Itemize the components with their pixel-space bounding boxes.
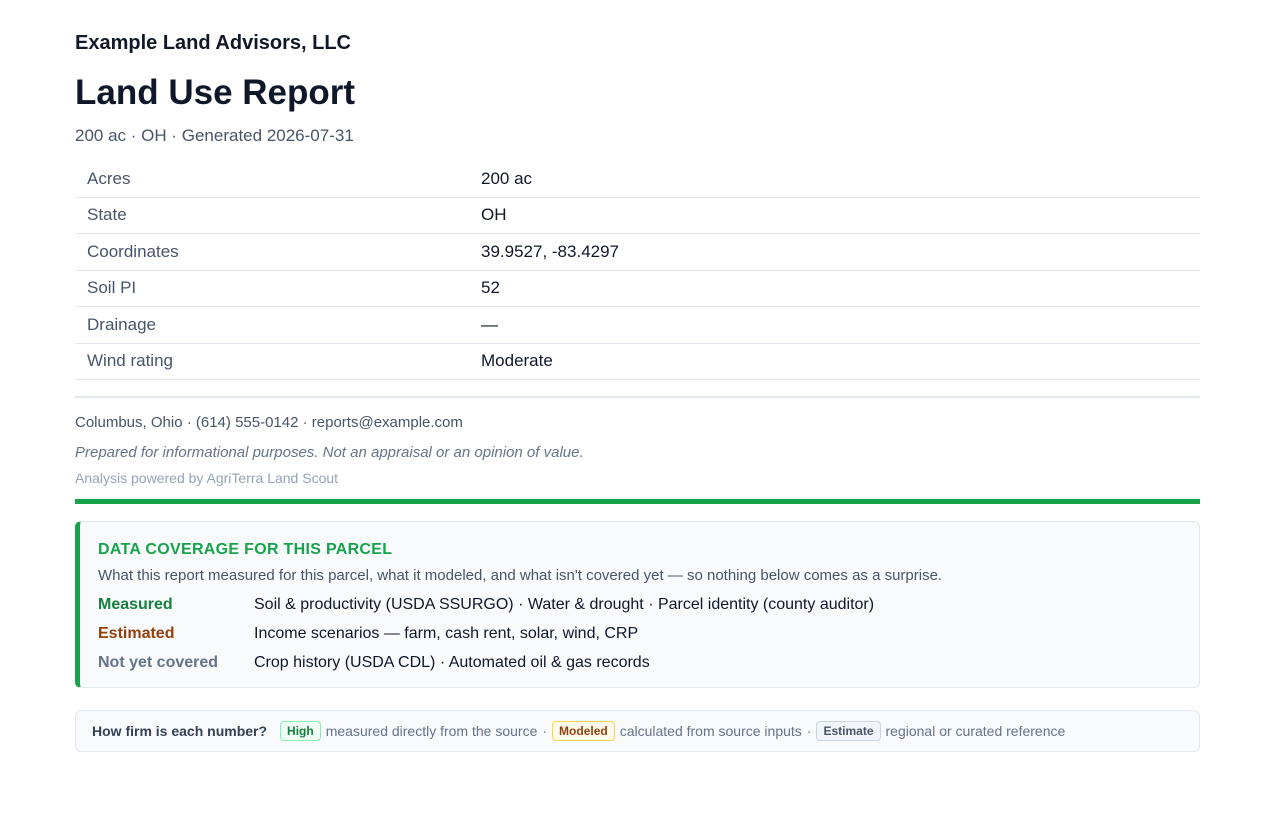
data-coverage-panel: DATA COVERAGE FOR THIS PARCEL What this … [75, 521, 1200, 688]
coverage-label: Estimated [98, 625, 175, 642]
table-row: Acres 200 ac [75, 161, 1200, 198]
coverage-label: Measured [98, 596, 173, 613]
fact-value: 52 [469, 270, 1200, 307]
fact-value: Moderate [469, 343, 1200, 380]
table-row: Drainage — [75, 306, 1200, 344]
coverage-row-not-covered: Not yet covered Crop history (USDA CDL) … [98, 652, 1179, 673]
fact-key: Acres [75, 161, 469, 198]
table-row: Coordinates 39.9527, -83.4297 [75, 233, 1200, 271]
estimate-description: regional or curated reference [885, 723, 1066, 739]
firm-name: Example Land Advisors, LLC [75, 32, 351, 54]
report-subtitle: 200 ac · OH · Generated 2026-07-31 [75, 126, 354, 145]
fact-key: Soil PI [75, 270, 469, 307]
coverage-intro: What this report measured for this parce… [98, 567, 943, 584]
fact-value: 200 ac [469, 161, 1200, 198]
coverage-text: Crop history (USDA CDL) · Automated oil … [254, 654, 650, 671]
legend-separator: · [542, 723, 548, 739]
contact-line: Columbus, Ohio · (614) 555-0142 · report… [75, 414, 463, 431]
table-row: State OH [75, 197, 1200, 234]
report-page: Example Land Advisors, LLC Land Use Repo… [75, 0, 1200, 752]
fact-key: Wind rating [75, 343, 469, 380]
coverage-row-measured: Measured Soil & productivity (USDA SSURG… [98, 594, 1179, 615]
high-badge: High [280, 721, 321, 741]
fact-value: — [469, 306, 1200, 344]
coverage-label: Not yet covered [98, 654, 219, 671]
table-row: Soil PI 52 [75, 270, 1200, 307]
legend-question: How firm is each number? [92, 723, 268, 739]
parcel-facts-table: Acres 200 ac State OH Coordinates 39.952… [75, 161, 1200, 380]
fact-key: Drainage [75, 306, 469, 344]
divider [75, 396, 1200, 398]
legend-separator: · [806, 723, 812, 739]
page-title: Land Use Report [75, 73, 356, 112]
estimate-badge: Estimate [816, 721, 881, 741]
fact-value: OH [469, 197, 1200, 234]
table-row: Wind rating Moderate [75, 343, 1200, 380]
high-description: measured directly from the source [325, 723, 538, 739]
coverage-row-estimated: Estimated Income scenarios — farm, cash … [98, 623, 1179, 644]
fact-key: State [75, 197, 469, 234]
confidence-legend: How firm is each number? High measured d… [75, 710, 1200, 752]
fact-key: Coordinates [75, 233, 469, 271]
fact-value: 39.9527, -83.4297 [469, 233, 1200, 271]
modeled-description: calculated from source inputs [619, 723, 802, 739]
coverage-heading: DATA COVERAGE FOR THIS PARCEL [98, 541, 393, 558]
accent-divider [75, 499, 1200, 504]
powered-by: Analysis powered by AgriTerra Land Scout [75, 470, 339, 486]
coverage-text: Soil & productivity (USDA SSURGO) · Wate… [254, 596, 875, 613]
disclaimer: Prepared for informational purposes. Not… [75, 444, 584, 461]
modeled-badge: Modeled [552, 721, 615, 741]
coverage-text: Income scenarios — farm, cash rent, sola… [254, 625, 639, 642]
